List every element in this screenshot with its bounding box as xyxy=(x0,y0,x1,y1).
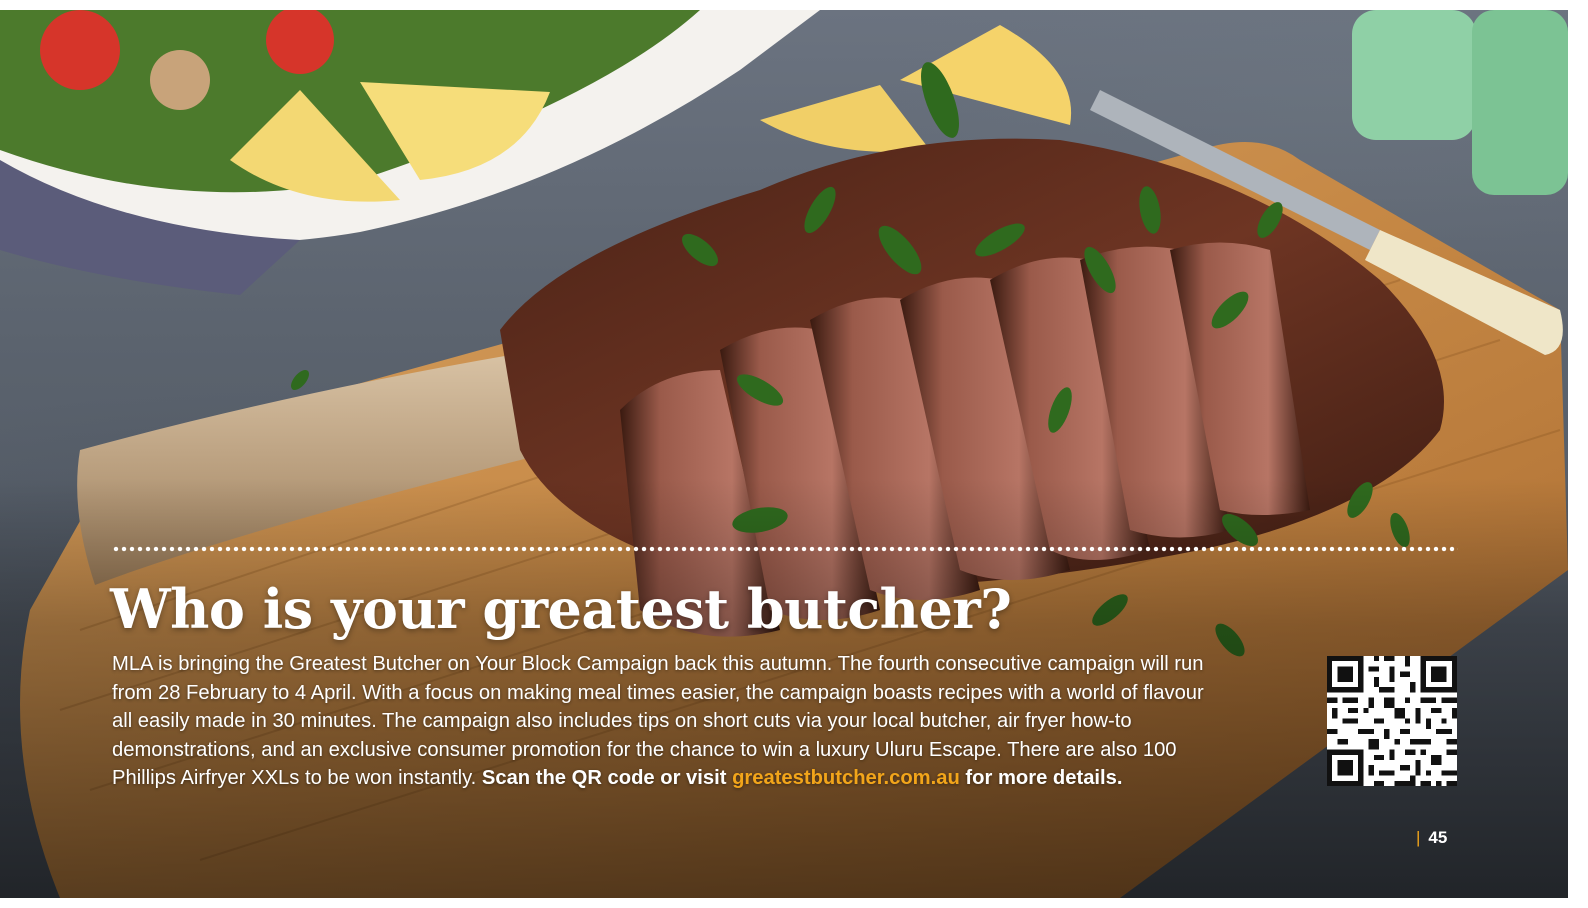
folio-bar: | xyxy=(1416,828,1421,847)
green-jar xyxy=(1472,10,1568,195)
page-number: | 45 xyxy=(1416,828,1447,848)
page-number-value: 45 xyxy=(1428,828,1448,847)
website-link[interactable]: greatestbutcher.com.au xyxy=(732,767,960,789)
qr-code-graphic xyxy=(1327,656,1457,786)
body-line: MLA is bringing the Greatest Butcher on … xyxy=(112,653,1204,675)
body-line: from 28 February to 4 April. With a focu… xyxy=(112,681,1204,704)
magazine-page: Who is your greatest butcher? MLA is bri… xyxy=(0,0,1588,908)
cta-prefix: Scan the QR code or visit xyxy=(481,767,733,789)
dotted-divider xyxy=(112,546,1458,552)
body-line: demonstrations, and an exclusive consume… xyxy=(112,738,1177,761)
body-line-plain: Phillips Airfryer XXLs to be won instant… xyxy=(112,767,482,789)
body-line-last: Phillips Airfryer XXLs to be won instant… xyxy=(112,764,1312,793)
green-jar xyxy=(1352,10,1476,140)
article-body: MLA is bringing the Greatest Butcher on … xyxy=(112,650,1312,793)
qr-code-icon[interactable] xyxy=(1327,656,1457,786)
article-headline: Who is your greatest butcher? xyxy=(110,577,1012,641)
cta-suffix: for more details. xyxy=(959,767,1123,789)
body-line: all easily made in 30 minutes. The campa… xyxy=(112,710,1132,732)
